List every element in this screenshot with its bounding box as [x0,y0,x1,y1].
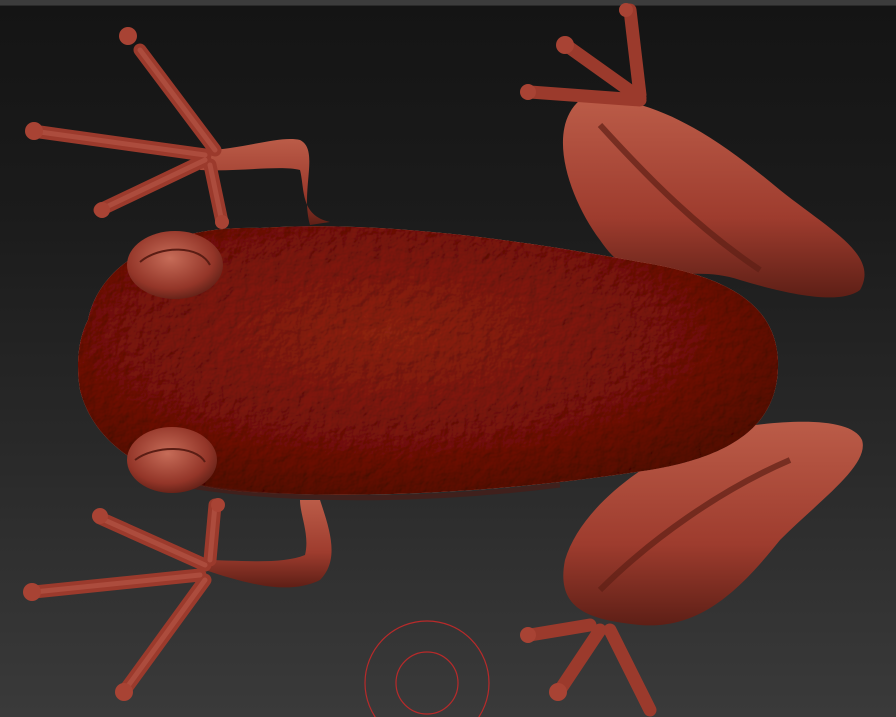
front-right-leg [23,498,332,701]
left-eye [127,231,223,299]
sculpt-viewport[interactable] [0,0,896,717]
brush-ring-icon[interactable] [362,618,492,717]
frog-model[interactable] [0,0,896,717]
right-eye [127,427,217,493]
front-left-leg [25,27,330,229]
